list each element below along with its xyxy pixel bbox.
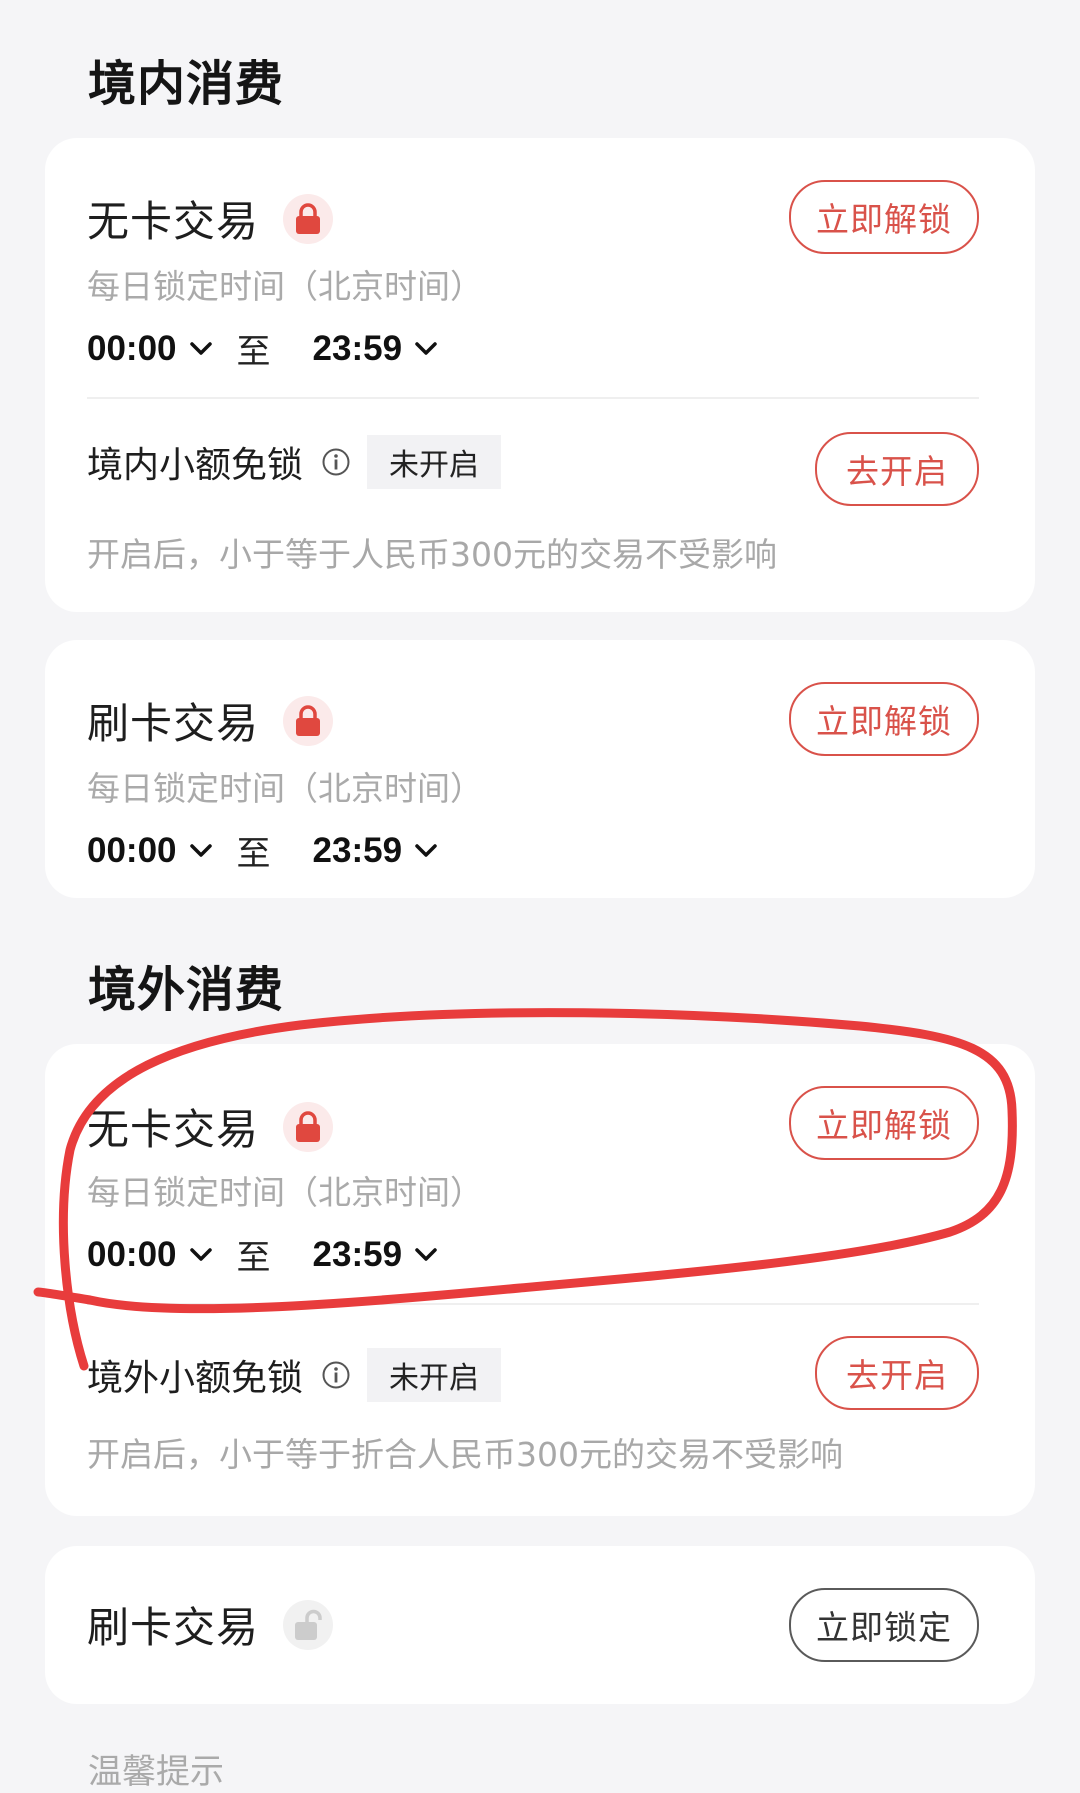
end-time-select[interactable]: 23:59: [313, 329, 403, 369]
status-badge: 未开启: [367, 435, 502, 489]
domestic-cardless-title: 无卡交易: [87, 197, 260, 246]
domestic-card-swipe-time-range: 00:00 至 23:59: [87, 826, 438, 875]
overseas-card-swipe-title: 刷卡交易: [87, 1603, 260, 1652]
overseas-cardless-card: 无卡交易 立即解锁 每日锁定时间（北京时间） 00:00 至 23:59 境外小…: [45, 1044, 1035, 1516]
overseas-small-exempt-title: 境外小额免锁: [87, 1358, 304, 1399]
start-time-select[interactable]: 00:00: [87, 831, 177, 871]
lock-icon: [283, 193, 334, 244]
domestic-cardless-unlock-button[interactable]: 立即解锁: [789, 180, 979, 254]
to-label: 至: [236, 332, 271, 372]
domestic-cardless-lock-time-label: 每日锁定时间（北京时间）: [87, 267, 483, 306]
domestic-small-exempt-enable-button[interactable]: 去开启: [815, 432, 979, 506]
divider: [87, 1303, 979, 1305]
chevron-down-icon[interactable]: [414, 341, 438, 357]
divider: [87, 397, 979, 399]
unlock-icon: [283, 1599, 334, 1650]
domestic-card-swipe-unlock-button[interactable]: 立即解锁: [789, 682, 979, 756]
overseas-card-swipe-row: 刷卡交易: [87, 1594, 334, 1655]
start-time-select[interactable]: 00:00: [87, 329, 177, 369]
lock-icon: [283, 695, 334, 746]
domestic-cardless-time-range: 00:00 至 23:59: [87, 324, 438, 373]
overseas-small-exempt-hint: 开启后，小于等于折合人民币300元的交易不受影响: [87, 1435, 843, 1474]
overseas-small-exempt-enable-button[interactable]: 去开启: [815, 1336, 979, 1410]
overseas-cardless-row: 无卡交易: [87, 1096, 334, 1157]
domestic-card-swipe-card: 刷卡交易 立即解锁 每日锁定时间（北京时间） 00:00 至 23:59: [45, 640, 1035, 898]
chevron-down-icon[interactable]: [189, 843, 213, 859]
end-time-select[interactable]: 23:59: [313, 831, 403, 871]
domestic-small-exempt-title: 境内小额免锁: [87, 445, 304, 486]
to-label: 至: [236, 834, 271, 874]
section-title-domestic: 境内消费: [88, 56, 285, 112]
info-icon[interactable]: [321, 447, 351, 477]
chevron-down-icon[interactable]: [189, 1247, 213, 1263]
overseas-cardless-unlock-button[interactable]: 立即解锁: [789, 1086, 979, 1160]
domestic-card-swipe-lock-time-label: 每日锁定时间（北京时间）: [87, 769, 483, 808]
domestic-cardless-row: 无卡交易: [87, 188, 334, 249]
page: 境内消费 无卡交易 立即解锁 每日锁定时间（北京时间） 00:00 至 23:5…: [0, 0, 1080, 1792]
chevron-down-icon[interactable]: [414, 843, 438, 859]
domestic-card-swipe-row: 刷卡交易: [87, 690, 334, 751]
info-icon[interactable]: [321, 1360, 351, 1390]
domestic-small-exempt-row: 境内小额免锁 未开启: [87, 435, 502, 489]
status-badge: 未开启: [367, 1348, 502, 1402]
chevron-down-icon[interactable]: [414, 1247, 438, 1263]
chevron-down-icon[interactable]: [189, 341, 213, 357]
overseas-small-exempt-row: 境外小额免锁 未开启: [87, 1348, 502, 1402]
overseas-cardless-time-range: 00:00 至 23:59: [87, 1230, 438, 1279]
overseas-card-swipe-card: 刷卡交易 立即锁定: [45, 1546, 1035, 1704]
overseas-card-swipe-lock-button[interactable]: 立即锁定: [789, 1588, 979, 1662]
overseas-cardless-lock-time-label: 每日锁定时间（北京时间）: [87, 1173, 483, 1212]
domestic-small-exempt-hint: 开启后，小于等于人民币300元的交易不受影响: [87, 535, 777, 574]
bottom-cut-text: 温馨提示: [88, 1752, 224, 1792]
start-time-select[interactable]: 00:00: [87, 1235, 177, 1275]
section-title-overseas: 境外消费: [88, 962, 285, 1018]
end-time-select[interactable]: 23:59: [313, 1235, 403, 1275]
domestic-cardless-card: 无卡交易 立即解锁 每日锁定时间（北京时间） 00:00 至 23:59 境内小…: [45, 138, 1035, 612]
domestic-card-swipe-title: 刷卡交易: [87, 699, 260, 748]
overseas-cardless-title: 无卡交易: [87, 1105, 260, 1154]
lock-icon: [283, 1101, 334, 1152]
to-label: 至: [236, 1238, 271, 1278]
